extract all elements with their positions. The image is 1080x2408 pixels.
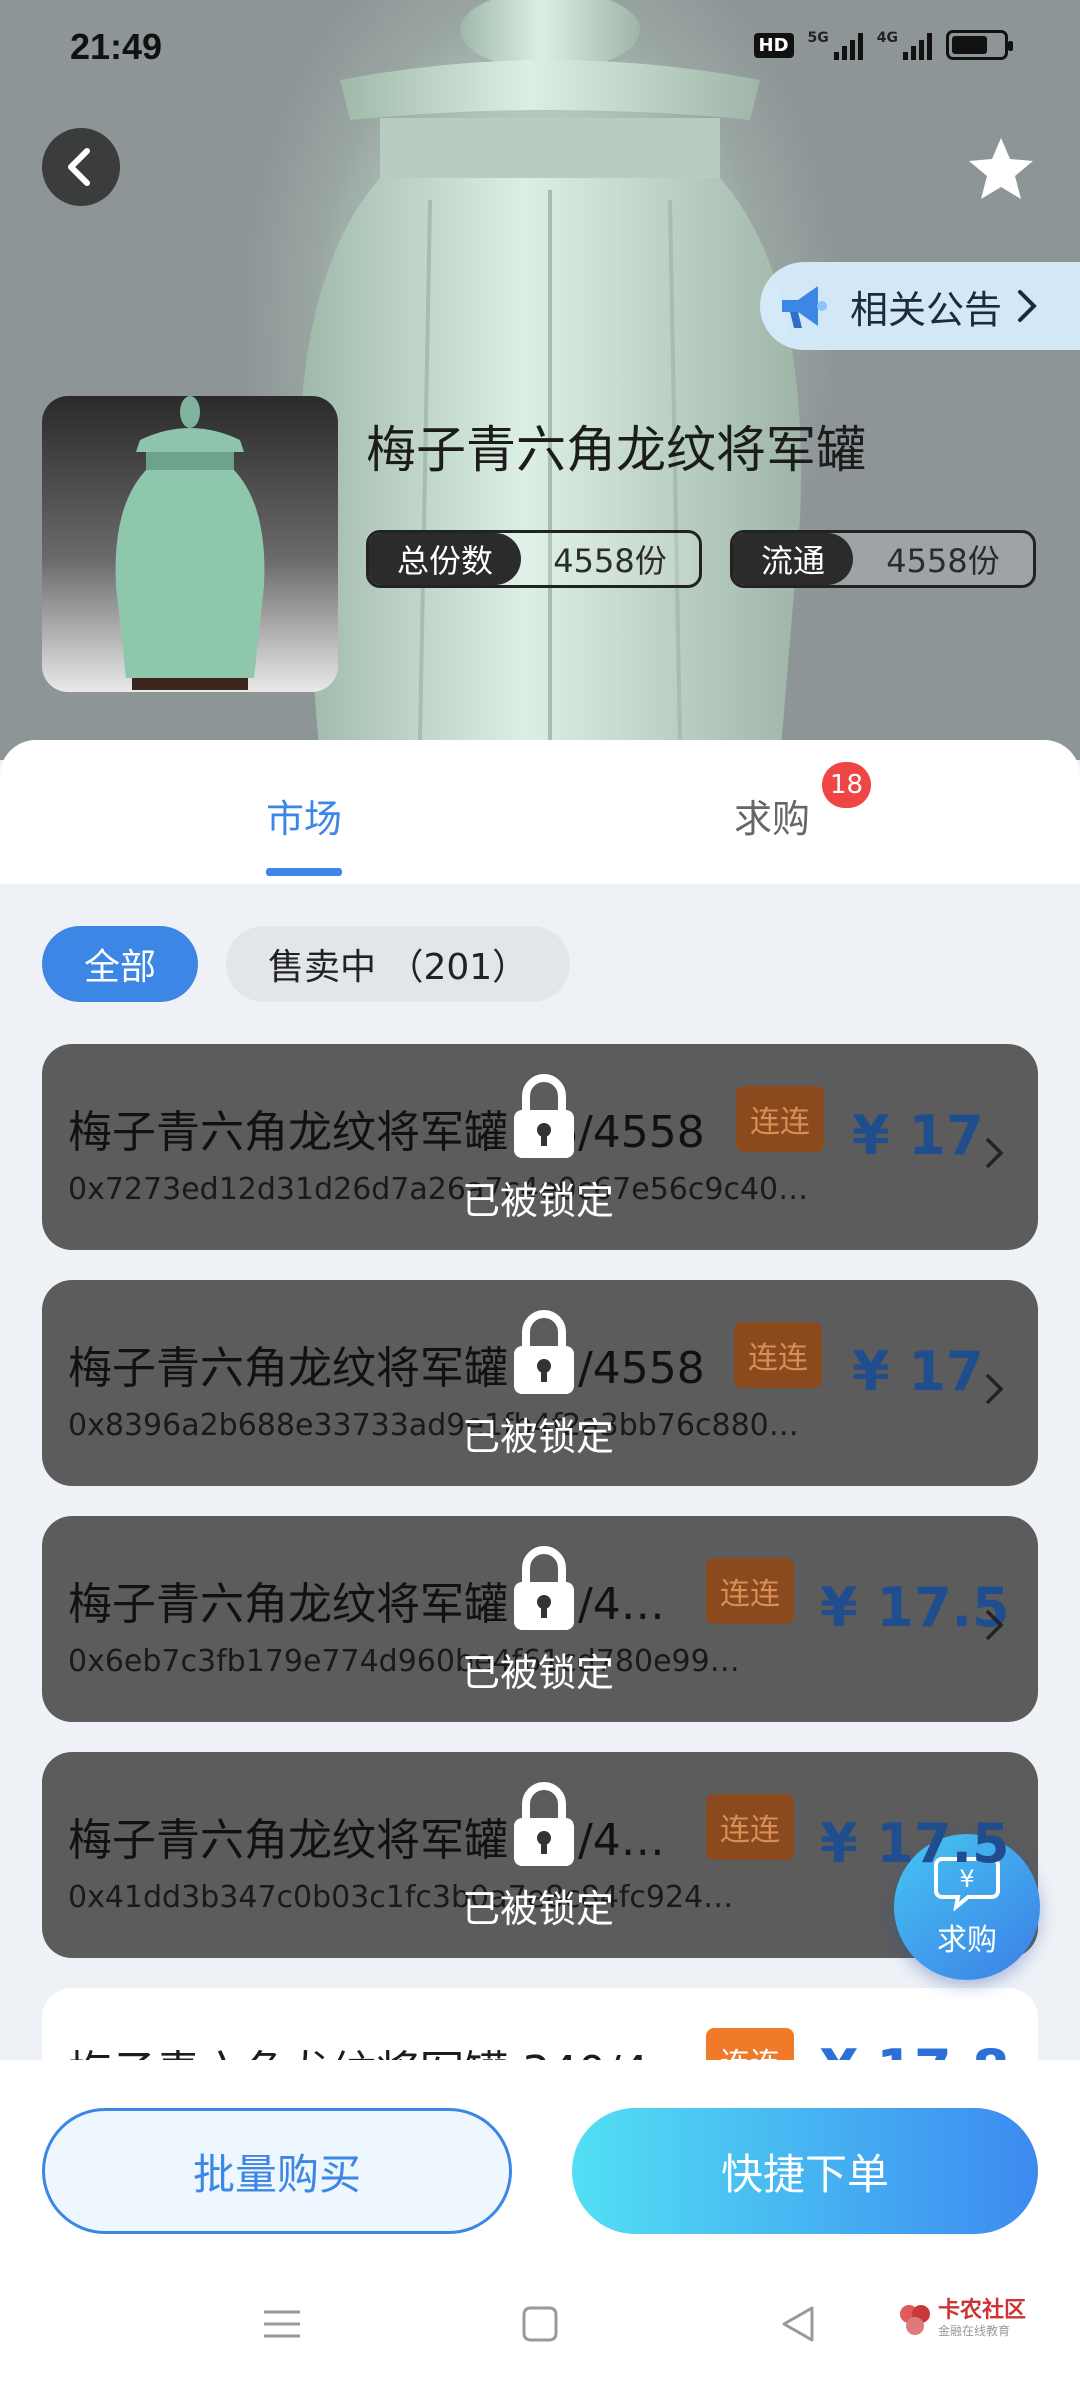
locked-label: 已被锁定 bbox=[462, 1887, 615, 1931]
stat-total-label: 总份数 bbox=[369, 533, 522, 585]
filter-on-sale[interactable]: 售卖中 （201） bbox=[226, 926, 571, 1002]
status-icons: HD 5G 4G bbox=[753, 30, 1013, 60]
listing-card[interactable]: 梅子青六角龙纹将军罐 340/4… 连连 ¥ 17.8 bbox=[42, 1988, 1038, 2060]
listing-price: ¥ 17.5 bbox=[820, 1812, 1010, 1875]
status-time: 21:49 bbox=[70, 26, 163, 67]
system-nav-bar: 卡农社区 金融在线教育 bbox=[0, 2260, 1080, 2408]
announcement-button[interactable]: 相关公告 bbox=[760, 262, 1080, 350]
chevron-right-icon bbox=[985, 1609, 1004, 1641]
chevron-right-icon bbox=[1018, 290, 1037, 322]
status-bar: 21:49 HD 5G 4G bbox=[0, 22, 1080, 82]
jar-thumbnail-image bbox=[115, 396, 265, 690]
stat-circulation-value: 4558份 bbox=[886, 542, 1000, 580]
listing-title: 梅子青六角龙纹将军罐 76/4558 bbox=[68, 1107, 705, 1158]
favorite-star-icon[interactable] bbox=[966, 134, 1036, 204]
tab-market[interactable]: 市场 bbox=[266, 788, 343, 876]
battery-icon bbox=[946, 30, 1013, 60]
buy-request-count-badge: 18 bbox=[822, 762, 872, 808]
payment-tag: 连连 bbox=[706, 1794, 794, 1860]
stat-circulation: 流通 4558份 bbox=[730, 530, 1036, 588]
market-panel: 市场 求购 18 全部 售卖中 （201） 已被锁定 梅子青六角龙纹将军罐 76… bbox=[0, 740, 1080, 2060]
stat-total-shares: 总份数 4558份 bbox=[366, 530, 702, 588]
jar-background-image bbox=[299, 0, 801, 760]
locked-label: 已被锁定 bbox=[462, 1651, 615, 1695]
menu-icon[interactable] bbox=[262, 2304, 302, 2344]
tab-bar: 市场 求购 18 bbox=[0, 740, 1080, 884]
chevron-right-icon bbox=[985, 1373, 1004, 1405]
listing-hash: 0x41dd3b347c0b03c1fc3b0a7e8c84fc924… bbox=[68, 1880, 734, 1915]
listing-price: ¥ 17.8 bbox=[820, 2038, 1010, 2060]
hd-voice-icon: HD bbox=[753, 32, 794, 58]
watermark-logo: 卡农社区 金融在线教育 bbox=[898, 2300, 1026, 2339]
watermark-emblem-icon bbox=[900, 2304, 930, 2335]
back-button[interactable] bbox=[42, 128, 120, 206]
product-title: 梅子青六角龙纹将军罐 bbox=[366, 421, 866, 479]
stat-total-value: 4558份 bbox=[553, 542, 667, 580]
lock-icon bbox=[514, 1310, 574, 1394]
batch-buy-button[interactable]: 批量购买 bbox=[42, 2108, 512, 2234]
listing-hash: 0x7273ed12d31d26d7a26a7c4e0c67e56c9c40… bbox=[68, 1172, 809, 1207]
listing-card[interactable]: 已被锁定 梅子青六角龙纹将军罐 51/4… 0x6eb7c3fb179e774d… bbox=[42, 1516, 1038, 1722]
quick-order-button[interactable]: 快捷下单 bbox=[572, 2108, 1038, 2234]
filter-chips: 全部 售卖中 （201） bbox=[42, 926, 571, 1002]
listing-price: ¥ 17 bbox=[852, 1340, 984, 1403]
lock-icon bbox=[514, 1546, 574, 1630]
payment-tag: 连连 bbox=[706, 2028, 794, 2060]
listing-card[interactable]: 已被锁定 梅子青六角龙纹将军罐 37/4… 0x41dd3b347c0b03c1… bbox=[42, 1752, 1038, 1958]
chevron-left-icon bbox=[68, 148, 90, 186]
listing-card[interactable]: 已被锁定 梅子青六角龙纹将军罐 76/4558 0x7273ed12d31d26… bbox=[42, 1044, 1038, 1250]
signal-4g-icon: 4G bbox=[877, 30, 932, 60]
payment-tag: 连连 bbox=[706, 1558, 794, 1624]
stat-circulation-label: 流通 bbox=[733, 533, 854, 585]
bottom-action-bar: 批量购买 快捷下单 bbox=[0, 2060, 1080, 2260]
listing-title: 梅子青六角龙纹将军罐 51/4… bbox=[68, 1579, 665, 1630]
signal-5g-icon: 5G bbox=[808, 30, 863, 60]
back-triangle-icon[interactable] bbox=[778, 2304, 818, 2344]
product-hero-banner: 21:49 HD 5G 4G 相关公告 梅子青六角龙纹将军罐 总份数 4558份… bbox=[0, 0, 1080, 760]
locked-label: 已被锁定 bbox=[462, 1179, 615, 1223]
lock-icon bbox=[514, 1782, 574, 1866]
watermark-title: 卡农社区 bbox=[938, 2298, 1027, 2323]
announcement-label: 相关公告 bbox=[850, 287, 1003, 332]
home-square-icon[interactable] bbox=[520, 2304, 560, 2344]
listing-card[interactable]: 已被锁定 梅子青六角龙纹将军罐 21/4558 0x8396a2b688e337… bbox=[42, 1280, 1038, 1486]
watermark-subtitle: 金融在线教育 bbox=[938, 2324, 1011, 2338]
payment-tag: 连连 bbox=[736, 1086, 824, 1152]
payment-tag: 连连 bbox=[734, 1322, 822, 1388]
listing-hash: 0x8396a2b688e33733ad9e1fb4f2a3bb76c880… bbox=[68, 1408, 799, 1443]
chevron-right-icon bbox=[985, 1137, 1004, 1169]
listing-title: 梅子青六角龙纹将军罐 340/4… bbox=[68, 2036, 708, 2060]
filter-all[interactable]: 全部 bbox=[42, 926, 199, 1002]
listing-title: 梅子青六角龙纹将军罐 37/4… bbox=[68, 1815, 665, 1866]
listing-title: 梅子青六角龙纹将军罐 21/4558 bbox=[68, 1343, 705, 1394]
listing-hash: 0x6eb7c3fb179e774d960be4f61cd780e99… bbox=[68, 1644, 740, 1679]
listing-price: ¥ 17.5 bbox=[820, 1576, 1010, 1639]
tab-buy-request[interactable]: 求购 bbox=[734, 788, 810, 843]
locked-label: 已被锁定 bbox=[462, 1415, 615, 1459]
megaphone-icon bbox=[782, 286, 827, 328]
lock-icon bbox=[514, 1074, 574, 1158]
listing-price: ¥ 17 bbox=[852, 1104, 984, 1167]
product-thumbnail bbox=[42, 396, 338, 692]
fab-label: 求购 bbox=[937, 1923, 997, 1958]
